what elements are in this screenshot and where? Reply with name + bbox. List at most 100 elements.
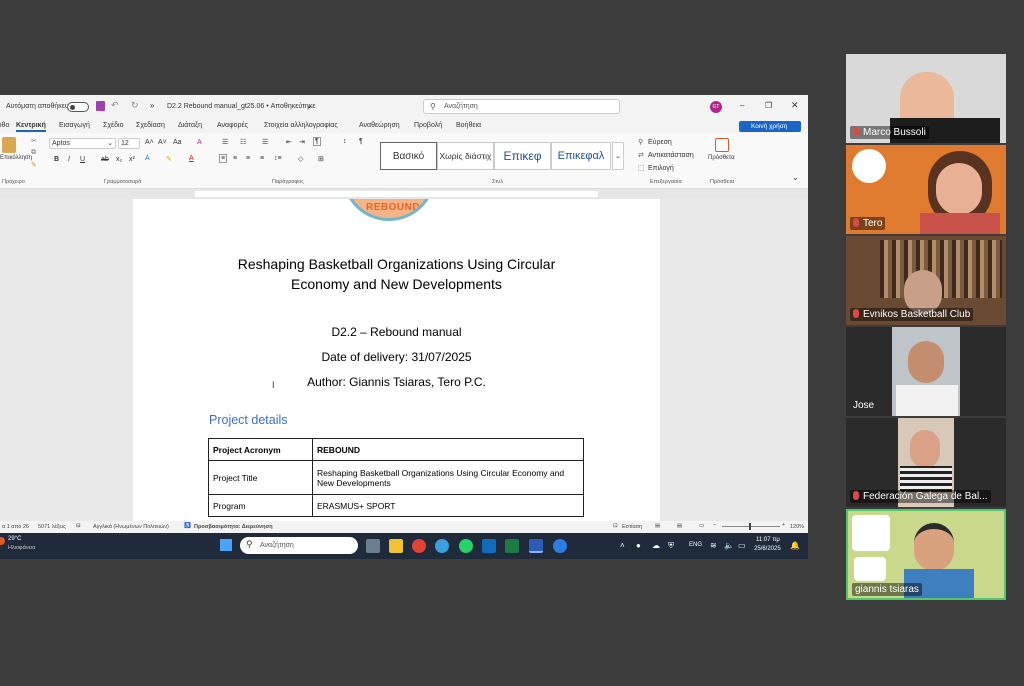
teams-icon[interactable] bbox=[553, 539, 567, 553]
participant-tile[interactable]: Federación Galega de Bal... bbox=[846, 418, 1006, 507]
style-normal[interactable]: Βασικό bbox=[380, 142, 437, 170]
font-size-select[interactable]: 12 bbox=[118, 138, 140, 149]
tab-view[interactable]: Προβολή bbox=[414, 122, 442, 129]
italic-icon[interactable]: I bbox=[68, 156, 70, 163]
font-color-icon[interactable]: A bbox=[189, 155, 194, 162]
weather-text[interactable]: Ηλιοφάνεια bbox=[8, 545, 35, 551]
participant-tile[interactable]: Evnikos Basketball Club bbox=[846, 236, 1006, 325]
text-effects-icon[interactable]: A bbox=[145, 155, 150, 162]
find-icon[interactable]: ⚲ bbox=[638, 138, 643, 146]
share-button[interactable]: Κοινή χρήση bbox=[739, 121, 801, 132]
minimize-icon[interactable]: – bbox=[740, 101, 744, 110]
zoom-slider[interactable] bbox=[722, 523, 780, 530]
paste-icon[interactable] bbox=[2, 137, 16, 153]
cut-icon[interactable]: ✂ bbox=[31, 137, 37, 145]
accessibility-icon[interactable]: ♿ bbox=[184, 523, 191, 529]
search-box[interactable]: ⚲ Αναζήτηση bbox=[423, 99, 620, 114]
status-page[interactable]: α 1 από 26 bbox=[2, 524, 29, 530]
collapse-ribbon-icon[interactable]: ⌄ bbox=[792, 173, 799, 182]
shrink-font-icon[interactable]: A˅ bbox=[158, 139, 167, 146]
style-heading-1[interactable]: Επικεφ bbox=[494, 142, 551, 170]
line-spacing-icon[interactable]: ↕≡ bbox=[274, 155, 282, 162]
wifi-icon[interactable]: ≋ bbox=[710, 541, 717, 550]
read-mode-icon[interactable]: ▤ bbox=[655, 523, 660, 529]
multilevel-list-icon[interactable]: ☰ bbox=[262, 138, 268, 146]
align-left-icon[interactable]: ≡ bbox=[219, 154, 228, 163]
sort-icon[interactable]: ↕ bbox=[343, 138, 347, 145]
focus-icon[interactable]: ⊡ bbox=[613, 523, 618, 529]
word-icon[interactable] bbox=[529, 539, 543, 553]
copy-icon[interactable]: ⧉ bbox=[31, 149, 36, 157]
temperature[interactable]: 29°C bbox=[8, 536, 21, 542]
format-painter-icon[interactable]: ✎ bbox=[31, 161, 37, 169]
file-explorer-icon[interactable] bbox=[389, 539, 403, 553]
status-accessibility[interactable]: Προσβασιμότητα: Διερεύνηση bbox=[194, 524, 273, 530]
tab-help[interactable]: Βοήθεια bbox=[456, 122, 481, 129]
participant-tile[interactable]: Marco Bussoli bbox=[846, 54, 1006, 143]
change-case-icon[interactable]: Aa bbox=[173, 139, 182, 146]
align-right-icon[interactable]: ≡ bbox=[246, 155, 250, 162]
status-zoom[interactable]: 120% bbox=[790, 524, 804, 530]
volume-icon[interactable]: 🔈 bbox=[724, 541, 734, 550]
ruler[interactable] bbox=[0, 189, 808, 199]
status-words[interactable]: 5071 λέξεις bbox=[38, 524, 66, 530]
show-marks-icon[interactable]: ¶ bbox=[359, 138, 363, 145]
participant-tile[interactable]: Jose bbox=[846, 327, 1006, 416]
style-heading-2[interactable]: Επικεφαλ bbox=[551, 142, 611, 170]
maximize-icon[interactable]: ❐ bbox=[765, 101, 772, 110]
ltr-icon[interactable]: ¶ bbox=[313, 137, 321, 146]
increase-indent-icon[interactable]: ⇥ bbox=[299, 138, 305, 146]
underline-icon[interactable]: U bbox=[80, 156, 85, 163]
web-layout-icon[interactable]: ▭ bbox=[699, 523, 704, 529]
tray-cloud-icon[interactable]: ☁ bbox=[652, 541, 660, 550]
highlight-icon[interactable]: ✎ bbox=[166, 155, 172, 163]
tab-home[interactable]: Κεντρική bbox=[16, 122, 46, 132]
status-language[interactable]: Αγγλικά (Ηνωμένων Πολιτειών) bbox=[93, 524, 169, 530]
strikethrough-icon[interactable]: ab bbox=[101, 156, 109, 163]
edge-icon[interactable] bbox=[435, 539, 449, 553]
tab-mailings[interactable]: Στοιχεία αλληλογραφίας bbox=[264, 122, 338, 129]
close-icon[interactable]: ✕ bbox=[791, 100, 799, 111]
tab-design[interactable]: Σχέδιο bbox=[103, 122, 123, 129]
bullets-icon[interactable]: ☰ bbox=[222, 138, 228, 146]
taskbar-search[interactable]: ⚲ Αναζήτηση bbox=[240, 537, 358, 554]
align-center-icon[interactable]: ≡ bbox=[233, 155, 237, 162]
clear-format-icon[interactable]: A bbox=[197, 139, 202, 146]
autosave-toggle[interactable] bbox=[67, 102, 89, 112]
notification-icon[interactable]: 🔔 bbox=[790, 541, 800, 550]
tab-layout[interactable]: Διάταξη bbox=[178, 122, 202, 129]
font-name-select[interactable]: Aptos ⌄ bbox=[49, 138, 116, 149]
paste-label[interactable]: Επικόλληση bbox=[0, 155, 32, 161]
style-no-spacing[interactable]: Χωρίς διάστιχ bbox=[437, 142, 494, 170]
zoom-in-icon[interactable]: + bbox=[782, 522, 785, 528]
status-focus[interactable]: Εστίαση bbox=[622, 524, 642, 530]
weather-icon[interactable] bbox=[0, 537, 5, 545]
zoom-slider-thumb[interactable] bbox=[749, 523, 751, 530]
input-language[interactable]: ENG bbox=[689, 542, 702, 548]
task-view-icon[interactable] bbox=[366, 539, 380, 553]
select-label[interactable]: Επιλογή bbox=[648, 165, 674, 172]
bold-icon[interactable]: B bbox=[54, 156, 59, 163]
undo-icon[interactable]: ↶ bbox=[111, 100, 119, 111]
tab-draw[interactable]: Σχεδίαση bbox=[136, 122, 165, 129]
participant-tile[interactable]: Tero bbox=[846, 145, 1006, 234]
document-area[interactable]: REBOUND Reshaping Basketball Organizatio… bbox=[0, 199, 808, 521]
proofing-icon[interactable]: ⊟ bbox=[76, 523, 81, 529]
find-label[interactable]: Εύρεση bbox=[648, 139, 672, 146]
replace-icon[interactable]: ⇄ bbox=[638, 151, 644, 159]
decrease-indent-icon[interactable]: ⇤ bbox=[286, 138, 292, 146]
grow-font-icon[interactable]: A˄ bbox=[145, 139, 154, 146]
tray-security-icon[interactable]: ⛨ bbox=[668, 541, 674, 551]
zoom-out-icon[interactable]: – bbox=[713, 522, 716, 528]
redo-icon[interactable]: ↻ bbox=[131, 100, 139, 111]
outlook-icon[interactable] bbox=[482, 539, 496, 553]
tray-app-icon[interactable]: ● bbox=[636, 541, 641, 550]
tab-references[interactable]: Αναφορές bbox=[217, 122, 248, 129]
chrome-icon[interactable] bbox=[412, 539, 426, 553]
styles-more-icon[interactable]: ⌄ bbox=[612, 142, 624, 170]
shading-icon[interactable]: ◇ bbox=[298, 155, 303, 163]
addins-label[interactable]: Πρόσθετα bbox=[708, 155, 735, 161]
customize-icon[interactable]: » bbox=[150, 101, 154, 110]
borders-icon[interactable]: ⊞ bbox=[318, 155, 324, 163]
start-icon[interactable] bbox=[220, 539, 232, 551]
